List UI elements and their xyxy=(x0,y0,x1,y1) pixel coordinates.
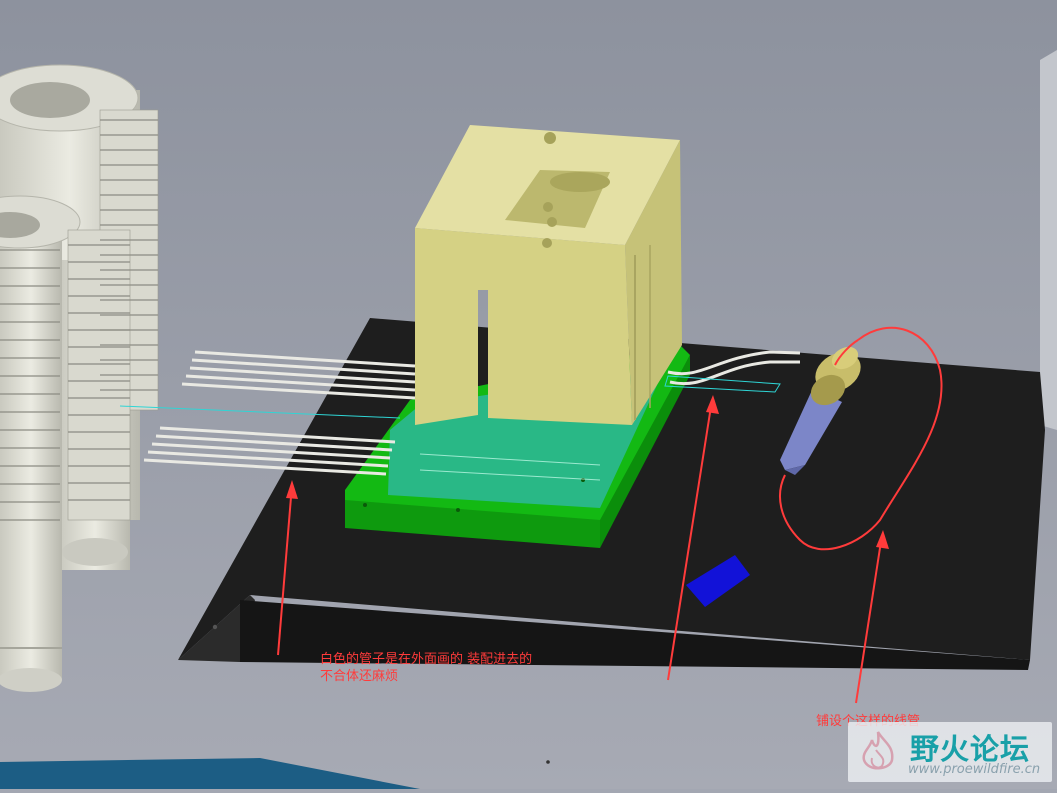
back-wall-edge xyxy=(1040,50,1057,430)
pipes-annotation: 白色的管子是在外面画的 装配进去的 不合体还麻烦 xyxy=(320,651,532,685)
watermark: 野火论坛 www.proewildfire.cn xyxy=(848,722,1052,782)
mold-block[interactable] xyxy=(415,125,682,425)
flame-icon xyxy=(862,731,894,770)
pipes-annotation-line1: 白色的管子是在外面画的 装配进去的 xyxy=(320,652,533,667)
pipes-annotation-line2: 不合体还麻烦 xyxy=(320,669,399,684)
watermark-url: www.proewildfire.cn xyxy=(908,762,1041,777)
